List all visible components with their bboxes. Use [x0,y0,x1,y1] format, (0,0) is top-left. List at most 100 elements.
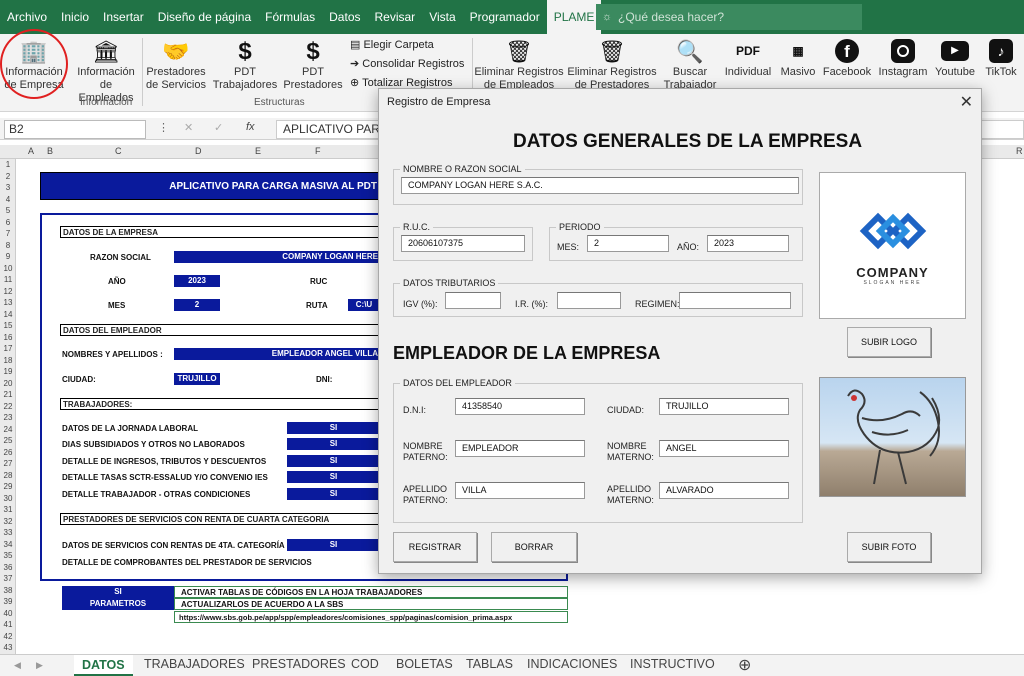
close-icon[interactable]: ✕ [960,92,973,112]
ir-input[interactable] [557,292,621,309]
row-header[interactable]: 19 [0,367,16,376]
row-header[interactable]: 37 [0,574,16,583]
row-header[interactable]: 11 [0,275,16,284]
regimen-input[interactable] [679,292,791,309]
pdt-trabajadores-button[interactable]: $ PDT Trabajadores [212,34,278,92]
row-header[interactable]: 14 [0,310,16,319]
row-header[interactable]: 9 [0,252,16,261]
row-header[interactable]: 24 [0,425,16,434]
section-datos-empresa[interactable]: DATOS DE LA EMPRESA [60,226,380,238]
column-header[interactable]: R [1016,146,1023,156]
eliminar-empleados-button[interactable]: 🗑 Eliminar Registros de Empleados [474,34,564,92]
consolidar-registros-button[interactable]: ➔ Consolidar Registros [350,55,464,74]
menu-tab-vista[interactable]: Vista [422,0,462,34]
row-header[interactable]: 43 [0,643,16,652]
pdf-masivo-button[interactable]: ▦ Masivo [778,34,818,79]
menu-tab-insertar[interactable]: Insertar [96,0,151,34]
subir-logo-button[interactable]: SUBIR LOGO [847,327,931,357]
column-header[interactable]: D [195,146,202,156]
row-header[interactable]: 13 [0,298,16,307]
si-cell[interactable]: SI [287,422,380,434]
row-header[interactable]: 17 [0,344,16,353]
row-header[interactable]: 10 [0,264,16,273]
dni-input[interactable]: 41358540 [455,398,585,415]
mes-input[interactable]: 2 [587,235,669,252]
row-header[interactable]: 27 [0,459,16,468]
ruc-input[interactable]: 20606107375 [401,235,525,252]
razon-social-cell[interactable]: COMPANY LOGAN HERE [174,251,380,263]
registrar-button[interactable]: REGISTRAR [393,532,477,562]
add-sheet-icon[interactable]: ⊕ [738,655,751,675]
row-header[interactable]: 41 [0,620,16,629]
eliminar-prestadores-button[interactable]: 🗑 Eliminar Registros de Prestadores [566,34,658,92]
row-header[interactable]: 21 [0,390,16,399]
si-cell[interactable]: SI [287,539,380,551]
pdf-individual-button[interactable]: PDF Individual [722,34,774,79]
section-trabajadores[interactable]: TRABAJADORES: [60,398,380,410]
ciudad-cell[interactable]: TRUJILLO [174,373,220,385]
column-header[interactable]: A [28,146,34,156]
apellido-paterno-input[interactable]: VILLA [455,482,585,499]
row-header[interactable]: 23 [0,413,16,422]
section-datos-empleador[interactable]: DATOS DEL EMPLEADOR [60,324,380,336]
row-header[interactable]: 34 [0,540,16,549]
legend-url[interactable]: https://www.sbs.gob.pe/app/spp/empleador… [174,611,568,623]
scroll-right-icon[interactable]: ▶ [36,660,43,671]
si-cell[interactable]: SI [287,455,380,467]
row-header[interactable]: 8 [0,241,16,250]
column-header[interactable]: E [255,146,261,156]
row-header[interactable]: 33 [0,528,16,537]
si-cell[interactable]: SI [287,471,380,483]
si-cell[interactable]: SI [287,488,380,500]
sheet-tab-datos[interactable]: DATOS [74,655,133,676]
sheet-tab-tablas[interactable]: TABLAS [466,657,513,671]
menu-tab-programador[interactable]: Programador [463,0,547,34]
apellido-materno-input[interactable]: ALVARADO [659,482,789,499]
row-header[interactable]: 31 [0,505,16,514]
scroll-left-icon[interactable]: ◀ [14,660,21,671]
column-header[interactable]: F [315,146,321,156]
row-header[interactable]: 20 [0,379,16,388]
row-header[interactable]: 4 [0,195,16,204]
subir-foto-button[interactable]: SUBIR FOTO [847,532,931,562]
legend-parametros[interactable]: PARAMETROS [62,598,174,610]
row-header[interactable]: 38 [0,586,16,595]
sheet-tab-cod[interactable]: COD [351,657,379,671]
tiktok-button[interactable]: ♪ TikTok [982,34,1020,79]
youtube-button[interactable]: ▶ Youtube [932,34,978,79]
legend-parametros-text[interactable]: ACTUALIZARLOS DE ACUERDO A LA SBS [174,598,568,610]
buscar-trabajador-button[interactable]: 🔍 Buscar Trabajador [662,34,718,92]
anio-cell[interactable]: 2023 [174,275,220,287]
nombre-paterno-input[interactable]: EMPLEADOR [455,440,585,457]
row-header[interactable]: 28 [0,471,16,480]
fx-icon[interactable]: fx [246,121,255,133]
igv-input[interactable] [445,292,501,309]
confirm-icon[interactable]: ✓ [214,121,223,134]
row-header[interactable]: 29 [0,482,16,491]
row-header[interactable]: 25 [0,436,16,445]
row-header[interactable]: 40 [0,609,16,618]
sheet-tab-instructivo[interactable]: INSTRUCTIVO [630,657,715,671]
informacion-empleados-button[interactable]: 🏛 Información de Empleados [72,34,140,105]
anio-input[interactable]: 2023 [707,235,789,252]
row-header[interactable]: 16 [0,333,16,342]
row-header[interactable]: 1 [0,160,16,169]
nombre-materno-input[interactable]: ANGEL [659,440,789,457]
elegir-carpeta-button[interactable]: ▤ Elegir Carpeta [350,36,464,55]
menu-tab-inicio[interactable]: Inicio [54,0,96,34]
ruta-cell[interactable]: C:\U [348,299,380,311]
row-header[interactable]: 22 [0,402,16,411]
sheet-tab-prestadores[interactable]: PRESTADORES [252,657,346,671]
row-header[interactable]: 7 [0,229,16,238]
row-header[interactable]: 2 [0,172,16,181]
row-header[interactable]: 30 [0,494,16,503]
si-cell[interactable]: SI [287,438,380,450]
more-options-icon[interactable]: ⋮ [158,121,169,134]
borrar-button[interactable]: BORRAR [491,532,577,562]
sheet-title[interactable]: APLICATIVO PARA CARGA MASIVA AL PDT [40,172,380,200]
legend-si-text[interactable]: ACTIVAR TABLAS DE CÓDIGOS EN LA HOJA TRA… [174,586,568,598]
prestadores-servicios-button[interactable]: 🤝 Prestadores de Servicios [144,34,208,92]
nombres-cell[interactable]: EMPLEADOR ANGEL VILLA [174,348,380,360]
column-header[interactable]: C [115,146,122,156]
facebook-button[interactable]: f Facebook [822,34,872,79]
